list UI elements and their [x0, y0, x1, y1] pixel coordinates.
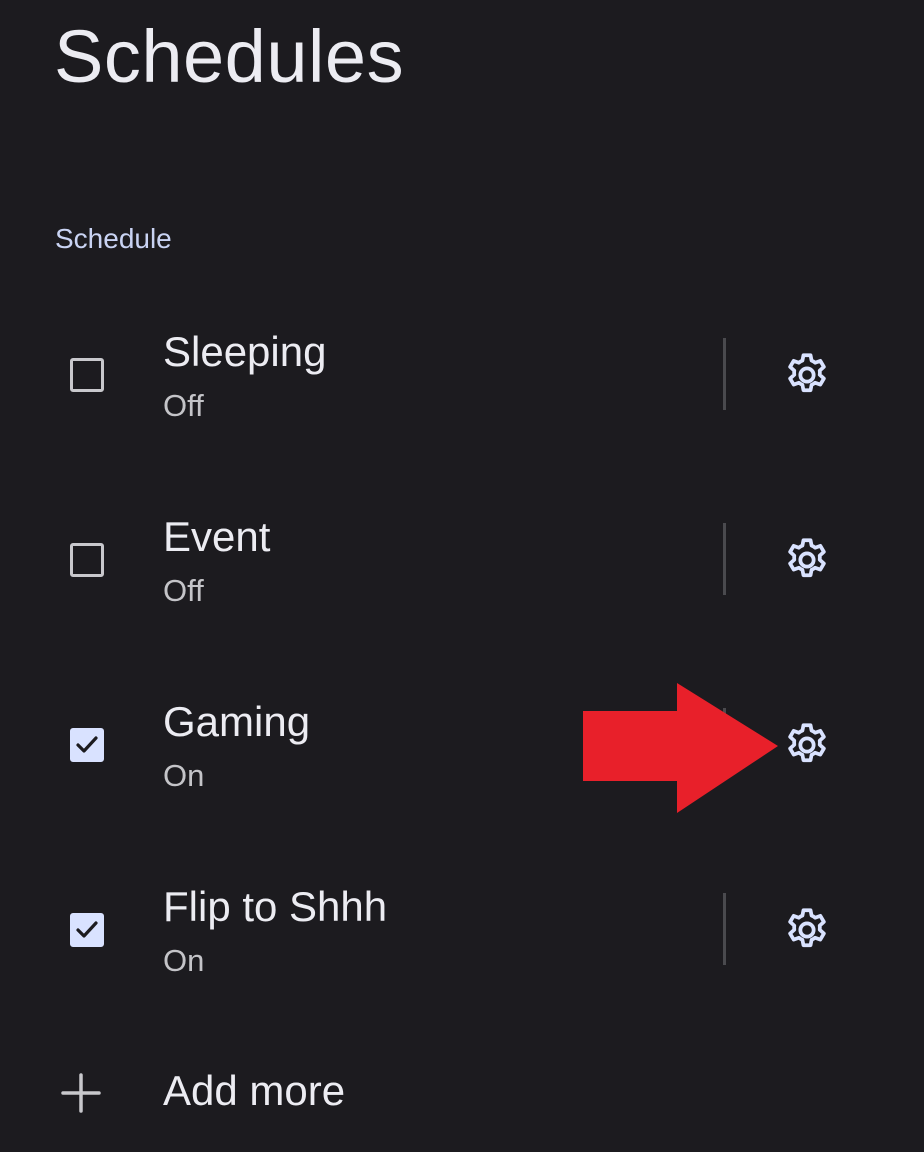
checkbox-sleeping[interactable]: [70, 358, 104, 392]
add-more-label: Add more: [163, 1067, 346, 1114]
gear-icon[interactable]: [782, 350, 832, 400]
schedule-status: On: [163, 758, 205, 793]
gear-icon[interactable]: [782, 535, 832, 585]
row-divider: [723, 523, 726, 595]
schedule-status: Off: [163, 388, 204, 423]
checkmark-icon: [76, 736, 98, 753]
schedule-status: Off: [163, 573, 204, 608]
checkmark-icon: [76, 921, 98, 938]
page-title: Schedules: [54, 15, 405, 98]
gear-icon[interactable]: [782, 720, 832, 770]
schedule-title: Event: [163, 513, 271, 560]
schedule-title: Flip to Shhh: [163, 883, 388, 930]
schedules-screen: Schedules Schedule Sleeping Off Event Of…: [0, 0, 924, 1152]
gear-icon[interactable]: [782, 905, 832, 955]
checkbox-flip-to-shhh[interactable]: [70, 913, 104, 947]
schedule-row-sleeping[interactable]: Sleeping Off: [0, 310, 924, 440]
schedule-row-event[interactable]: Event Off: [0, 495, 924, 625]
schedule-title: Gaming: [163, 698, 311, 745]
add-more-button[interactable]: Add more: [0, 1055, 924, 1135]
checkbox-gaming[interactable]: [70, 728, 104, 762]
schedule-status: On: [163, 943, 205, 978]
plus-icon: [61, 1073, 101, 1113]
schedule-row-gaming[interactable]: Gaming On: [0, 680, 924, 810]
schedule-row-flip-to-shhh[interactable]: Flip to Shhh On: [0, 865, 924, 995]
row-divider: [723, 893, 726, 965]
section-header: Schedule: [55, 223, 172, 254]
row-divider: [723, 338, 726, 410]
schedule-title: Sleeping: [163, 328, 327, 375]
red-arrow-icon: [583, 683, 778, 813]
checkbox-event[interactable]: [70, 543, 104, 577]
